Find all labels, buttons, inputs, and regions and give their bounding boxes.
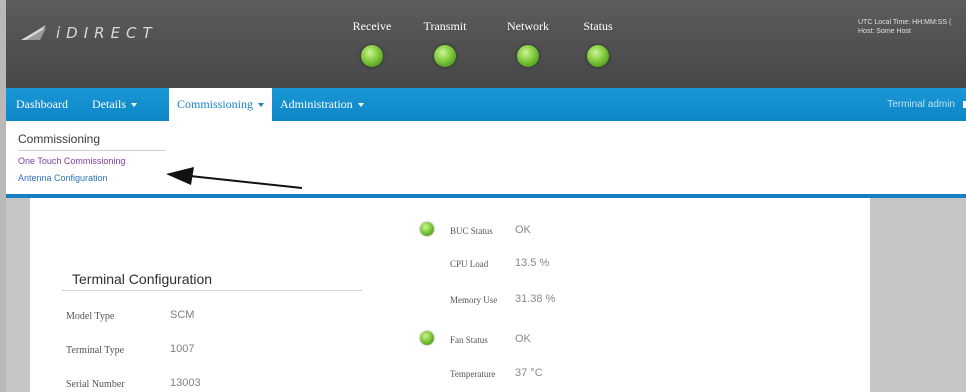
nav-details[interactable]: Details xyxy=(92,88,137,121)
idirect-logo-icon xyxy=(21,25,46,40)
buc-status-value: OK xyxy=(515,224,531,236)
memory-use-label: Memory Use xyxy=(450,295,498,305)
nav-dashboard-label: Dashboard xyxy=(16,97,68,111)
transmit-status-led xyxy=(434,45,456,67)
fan-status-led xyxy=(420,331,434,345)
one-touch-commissioning-link[interactable]: One Touch Commissioning xyxy=(18,156,125,166)
temperature-label: Temperature xyxy=(450,369,496,379)
buc-status-label: BUC Status xyxy=(450,226,493,236)
nav-administration-label: Administration xyxy=(280,97,353,111)
network-indicator: Network xyxy=(493,19,563,67)
status-led xyxy=(587,45,609,67)
serial-number-value: 13003 xyxy=(170,377,201,389)
app-window: iDIRECT Receive Transmit Network Status … xyxy=(6,0,966,392)
cpu-load-label: CPU Load xyxy=(450,259,489,269)
chevron-down-icon xyxy=(131,103,137,108)
chevron-down-icon xyxy=(357,103,364,108)
user-label: Terminal admin xyxy=(887,99,955,110)
model-type-label: Model Type xyxy=(66,311,115,322)
terminal-config-title: Terminal Configuration xyxy=(72,271,213,287)
network-status-led xyxy=(517,45,539,67)
receive-label: Receive xyxy=(352,19,392,33)
dashboard-card: Terminal Configuration Model Type SCM Te… xyxy=(30,198,870,392)
temperature-value: 37 °C xyxy=(515,367,543,379)
transmit-indicator: Transmit xyxy=(410,19,480,67)
cpu-load-value: 13.5 % xyxy=(515,257,550,269)
nav-commissioning-label: Commissioning xyxy=(177,97,254,111)
receive-status-led xyxy=(361,45,383,67)
network-label: Network xyxy=(507,19,549,33)
callout-arrow-icon xyxy=(166,167,303,189)
dropdown-heading: Commissioning xyxy=(18,132,101,146)
utc-time: UTC Local Time: HH:MM:SS ( xyxy=(858,19,952,26)
memory-use-value: 31.38 % xyxy=(515,293,556,305)
nav-administration[interactable]: Administration xyxy=(280,88,364,121)
commissioning-dropdown: Commissioning One Touch Commissioning An… xyxy=(6,121,966,198)
idirect-logo[interactable]: iDIRECT xyxy=(20,24,158,42)
fan-status-label: Fan Status xyxy=(450,335,488,345)
logo-text: iDIRECT xyxy=(56,24,158,42)
main-nav: Dashboard Details Commissioning Administ… xyxy=(6,88,966,121)
chevron-down-icon xyxy=(258,103,265,108)
terminal-type-value: 1007 xyxy=(170,343,195,355)
serial-number-label: Serial Number xyxy=(66,379,125,390)
header-bar: iDIRECT Receive Transmit Network Status … xyxy=(6,0,966,88)
nav-details-label: Details xyxy=(92,97,126,111)
host-name: Host: Some Host xyxy=(858,28,911,35)
receive-indicator: Receive xyxy=(337,19,407,67)
utc-info: UTC Local Time: HH:MM:SS ( Host: Some Ho… xyxy=(858,18,951,36)
section-divider xyxy=(62,290,362,291)
terminal-type-label: Terminal Type xyxy=(66,345,125,356)
nav-dashboard[interactable]: Dashboard xyxy=(16,88,68,121)
transmit-label: Transmit xyxy=(423,19,467,33)
dropdown-divider xyxy=(18,150,166,151)
antenna-configuration-link[interactable]: Antenna Configuration xyxy=(18,173,108,183)
user-menu[interactable]: Terminal admin xyxy=(887,88,966,121)
buc-status-led xyxy=(420,222,434,236)
model-type-value: SCM xyxy=(170,309,195,321)
fan-status-value: OK xyxy=(515,333,531,345)
nav-commissioning[interactable]: Commissioning xyxy=(169,88,273,121)
status-label: Status xyxy=(583,19,613,33)
status-indicator: Status xyxy=(563,19,633,67)
